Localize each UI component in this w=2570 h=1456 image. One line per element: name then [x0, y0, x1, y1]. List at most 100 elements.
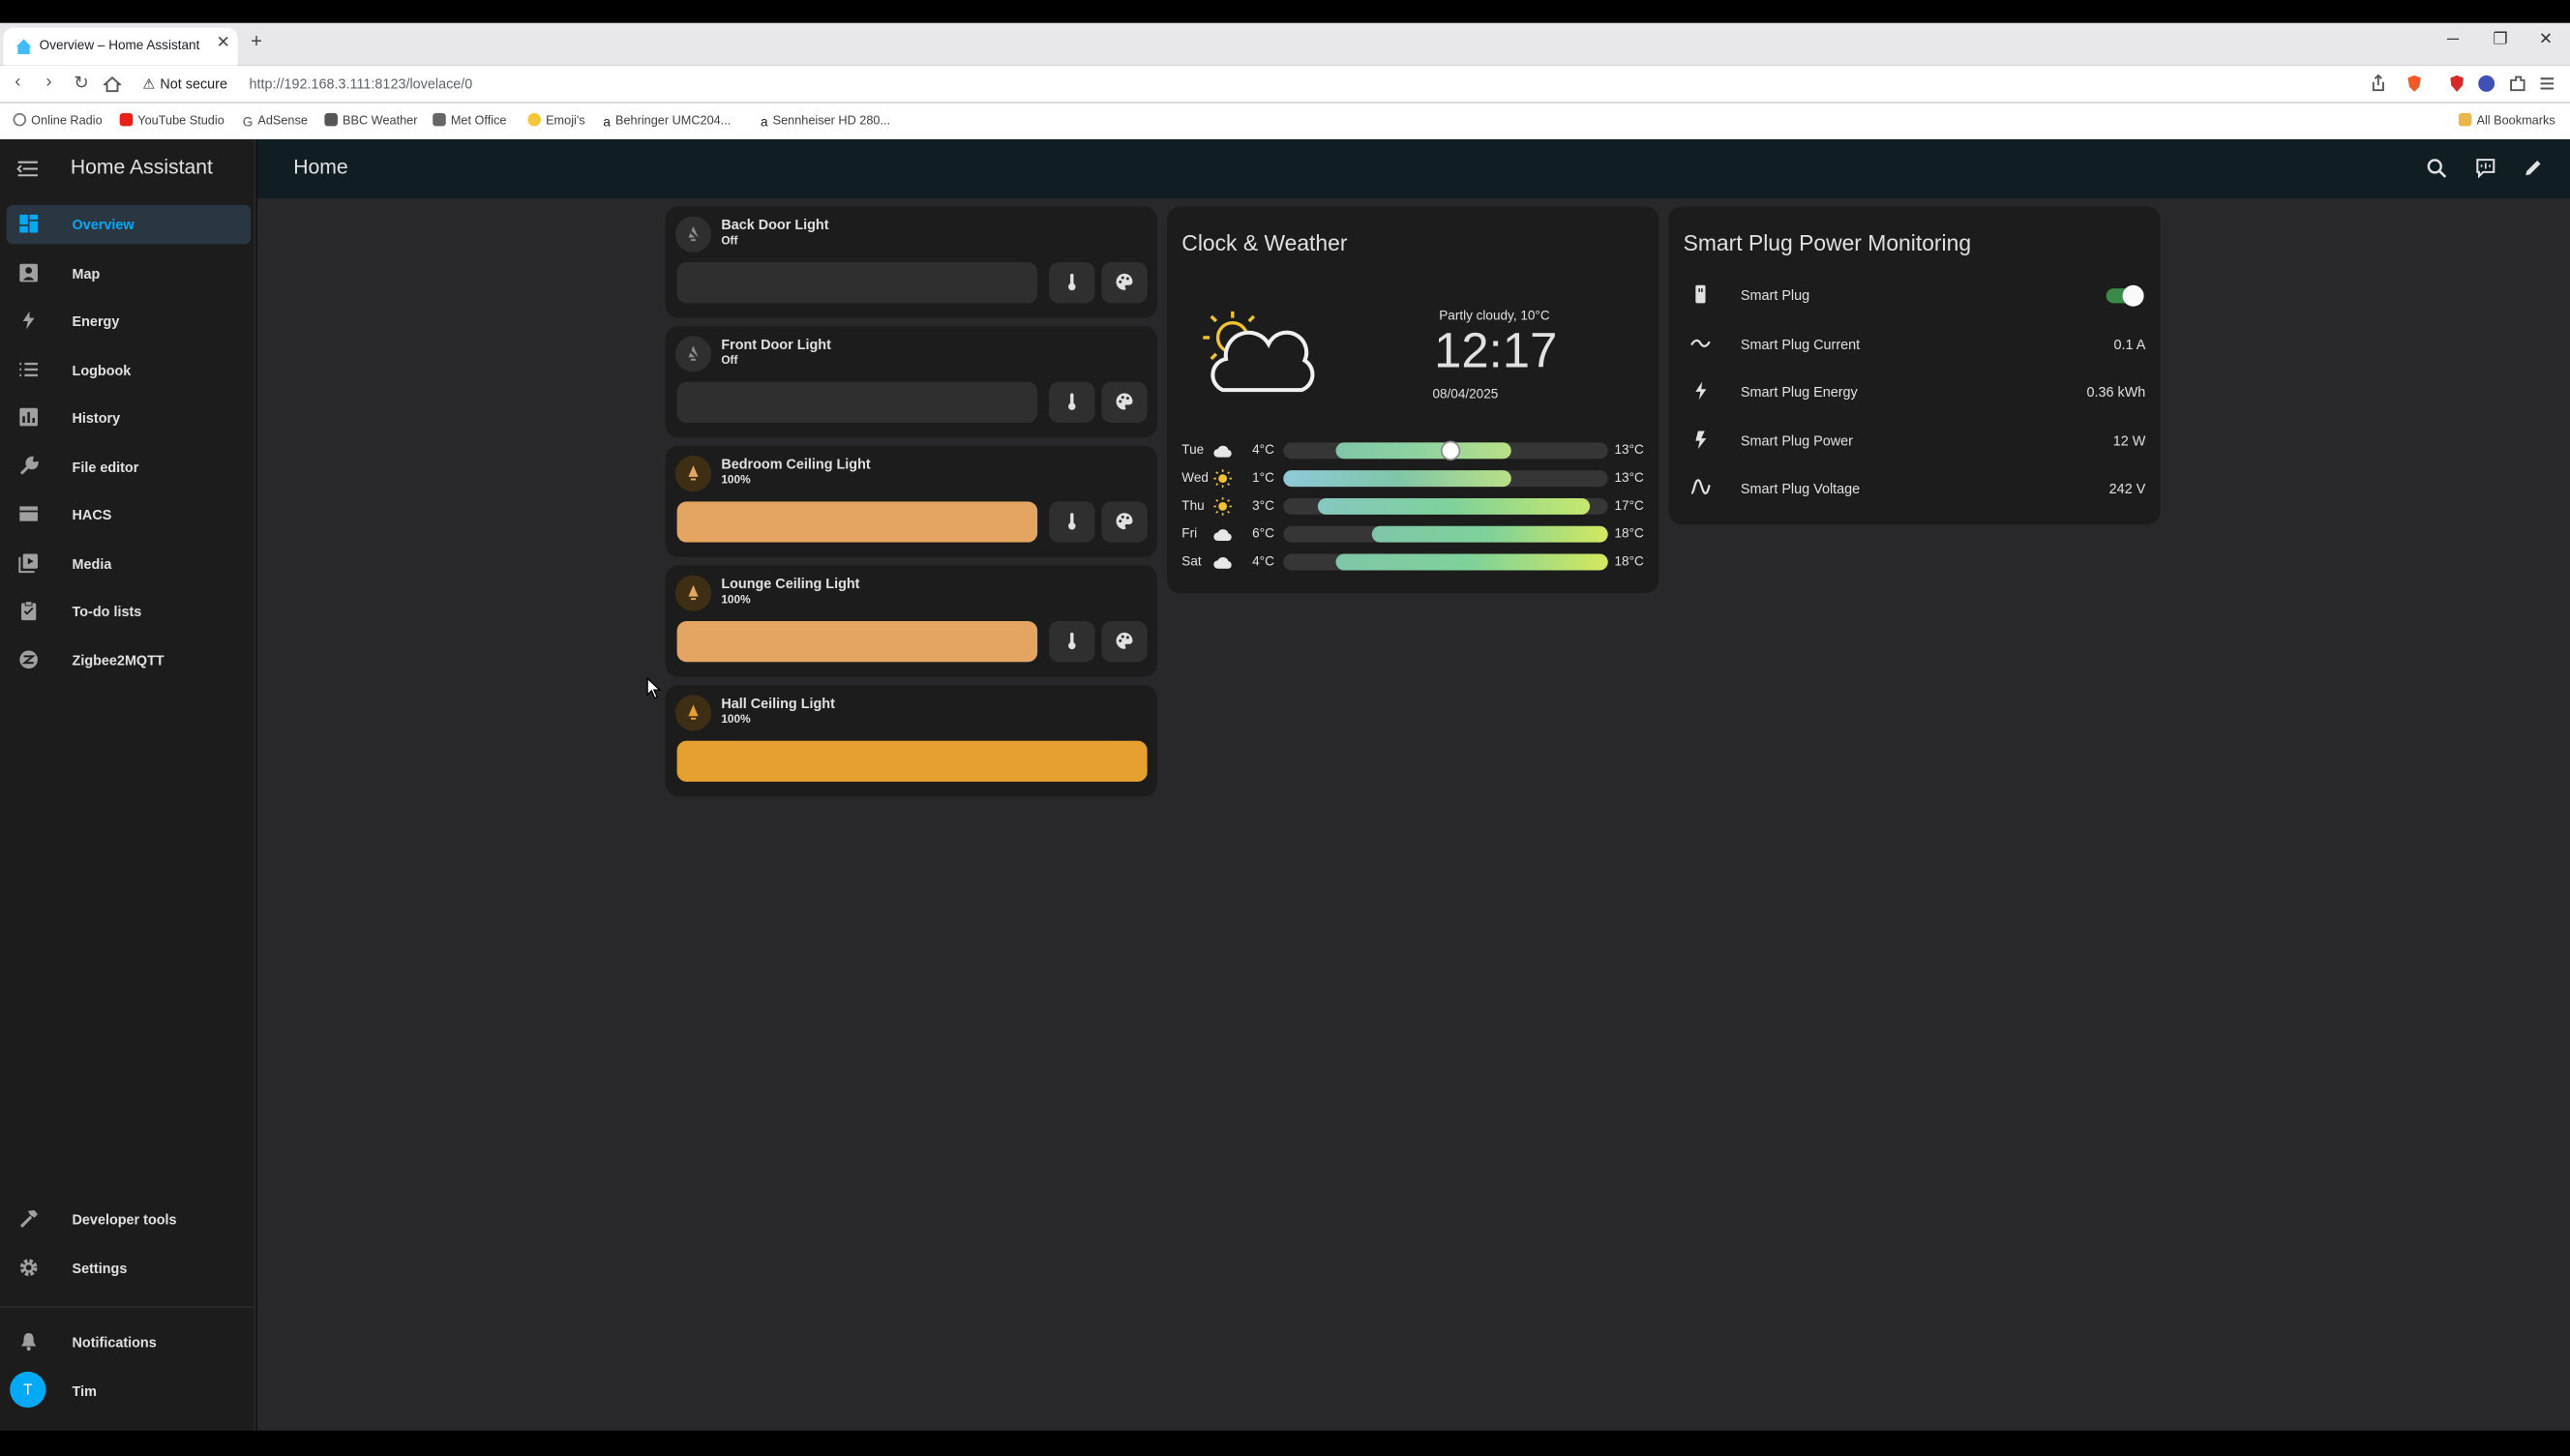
reload-icon[interactable]: ↻: [74, 73, 89, 93]
bookmark-online-radio[interactable]: Online Radio: [13, 112, 103, 128]
chart-icon: [19, 407, 38, 427]
light-toggle[interactable]: [674, 455, 712, 492]
share-icon[interactable]: [2369, 74, 2388, 93]
plug-icon: [1695, 284, 1706, 304]
palette-icon: [1116, 632, 1133, 649]
brightness-slider[interactable]: [676, 620, 1038, 663]
restore-icon[interactable]: ❐: [2493, 31, 2507, 49]
sidebar-item-file-editor[interactable]: File editor: [7, 447, 251, 487]
new-tab-icon[interactable]: +: [251, 29, 262, 52]
light-toggle[interactable]: [674, 575, 712, 611]
minimize-icon[interactable]: ─: [2447, 31, 2459, 49]
sidebar-item-logbook[interactable]: Logbook: [7, 350, 251, 390]
map-icon: [19, 263, 38, 282]
all-bookmarks[interactable]: All Bookmarks: [2458, 112, 2555, 128]
sidebar-item-hacs[interactable]: HACS: [7, 495, 251, 535]
forward-icon[interactable]: ›: [45, 73, 51, 92]
brightness-slider[interactable]: [676, 501, 1038, 543]
menu-icon[interactable]: [2537, 74, 2556, 93]
light-toggle[interactable]: [674, 336, 712, 372]
brightness-slider[interactable]: [676, 740, 1148, 782]
current-temp-marker: [1440, 440, 1461, 461]
ceiling-light-icon: [688, 465, 699, 481]
sidebar-item-overview[interactable]: Overview: [6, 204, 252, 245]
sidebar-item-developer-tools[interactable]: Developer tools: [7, 1200, 251, 1239]
bookmark-bbc-weather[interactable]: BBC Weather: [324, 112, 417, 128]
security-indicator[interactable]: ⚠ Not secure: [142, 75, 227, 94]
current-icon: [1690, 339, 1711, 347]
light-state: Off: [721, 235, 738, 248]
bookmark-met-office[interactable]: Met Office: [433, 112, 506, 128]
extensions-icon[interactable]: [2508, 74, 2527, 93]
color-temp-button[interactable]: [1049, 381, 1095, 424]
light-name: Lounge Ceiling Light: [721, 575, 860, 592]
lightning-icon: [1695, 381, 1707, 401]
forecast-low: 4°C: [1252, 442, 1274, 458]
extension-globe-icon[interactable]: [2476, 74, 2495, 93]
light-card-lounge-ceiling: Lounge Ceiling Light 100%: [665, 565, 1157, 677]
forecast-day: Wed: [1181, 470, 1209, 486]
toggle-thumb: [2122, 284, 2144, 307]
brave-shield-icon[interactable]: [2405, 74, 2424, 93]
close-window-icon[interactable]: ✕: [2539, 31, 2553, 49]
forecast-day: Fri: [1181, 525, 1198, 541]
bookmark-adsense[interactable]: G AdSense: [243, 113, 308, 130]
extension-shield-icon[interactable]: [2447, 74, 2466, 93]
light-toggle[interactable]: [674, 216, 712, 253]
sine-wave-icon: [1690, 479, 1711, 494]
color-button[interactable]: [1101, 501, 1148, 543]
temperature-range: [1283, 470, 1511, 488]
partly-cloudy-icon: [1203, 311, 1315, 393]
menu-collapse-icon[interactable]: [16, 158, 40, 181]
entity-row[interactable]: Smart Plug Current 0.1 A: [1684, 328, 2145, 361]
radio-icon: [13, 112, 27, 127]
url-field[interactable]: http://192.168.3.111:8123/lovelace/0: [249, 75, 472, 92]
light-card-front-door: Front Door Light Off: [665, 326, 1157, 438]
color-button[interactable]: [1101, 381, 1148, 424]
sidebar-item-energy[interactable]: Energy: [7, 302, 251, 342]
current-condition: Partly cloudy, 10°C: [1439, 308, 1550, 323]
edit-pencil-icon[interactable]: [2523, 158, 2544, 179]
entity-row[interactable]: Smart Plug Voltage 242 V: [1684, 472, 2145, 505]
entity-row[interactable]: Smart Plug: [1684, 279, 2146, 312]
bookmark-label: Behringer UMC204...: [614, 112, 732, 129]
bookmark-emojis[interactable]: Emoji's: [527, 112, 585, 128]
back-icon[interactable]: ‹: [15, 73, 20, 92]
bulb-off-icon: [685, 225, 702, 243]
color-button[interactable]: [1101, 620, 1148, 663]
home-assistant-app: Home Assistant Overview Map Energy Logbo…: [0, 138, 2570, 1431]
sidebar-title: Home Assistant: [70, 155, 213, 179]
sidebar-item-notifications[interactable]: Notifications: [7, 1322, 251, 1362]
sidebar-item-label: HACS: [72, 506, 112, 523]
sidebar-item-todo[interactable]: To-do lists: [7, 591, 251, 631]
color-temp-button[interactable]: [1049, 501, 1095, 543]
light-name: Front Door Light: [721, 336, 831, 353]
brightness-slider[interactable]: [676, 381, 1038, 424]
sidebar-item-zigbee2mqtt[interactable]: Zigbee2MQTT: [7, 640, 251, 680]
entity-row[interactable]: Smart Plug Energy 0.36 kWh: [1684, 375, 2145, 408]
bookmark-sennheiser[interactable]: a Sennheiser HD 280...: [761, 113, 890, 130]
sidebar-item-settings[interactable]: Settings: [7, 1249, 251, 1289]
assist-icon[interactable]: [2475, 158, 2496, 179]
bookmark-behringer[interactable]: a Behringer UMC204...: [603, 112, 732, 130]
sidebar-item-profile[interactable]: Tim: [7, 1372, 251, 1411]
sidebar-item-history[interactable]: History: [7, 399, 251, 438]
home-icon[interactable]: [103, 75, 122, 94]
forecast-low: 3°C: [1252, 497, 1274, 514]
smart-plug-toggle[interactable]: [2106, 284, 2144, 307]
bookmark-youtube-studio[interactable]: YouTube Studio: [119, 112, 224, 128]
color-button[interactable]: [1101, 262, 1148, 304]
tab-close-icon[interactable]: ✕: [217, 35, 230, 53]
forecast-row: Fri 6°C 18°C: [1181, 522, 1649, 546]
home-assistant-favicon-icon: [15, 39, 32, 55]
light-toggle[interactable]: [674, 695, 712, 731]
entity-row[interactable]: Smart Plug Power 12 W: [1684, 425, 2145, 458]
color-temp-button[interactable]: [1049, 262, 1095, 304]
color-temp-button[interactable]: [1049, 620, 1095, 663]
brightness-slider[interactable]: [676, 262, 1038, 304]
browser-tab[interactable]: Overview – Home Assistant ✕: [3, 27, 238, 66]
search-icon[interactable]: [2426, 158, 2447, 179]
sidebar-item-map[interactable]: Map: [7, 254, 251, 294]
light-name: Bedroom Ceiling Light: [721, 455, 871, 472]
sidebar-item-media[interactable]: Media: [7, 544, 251, 583]
